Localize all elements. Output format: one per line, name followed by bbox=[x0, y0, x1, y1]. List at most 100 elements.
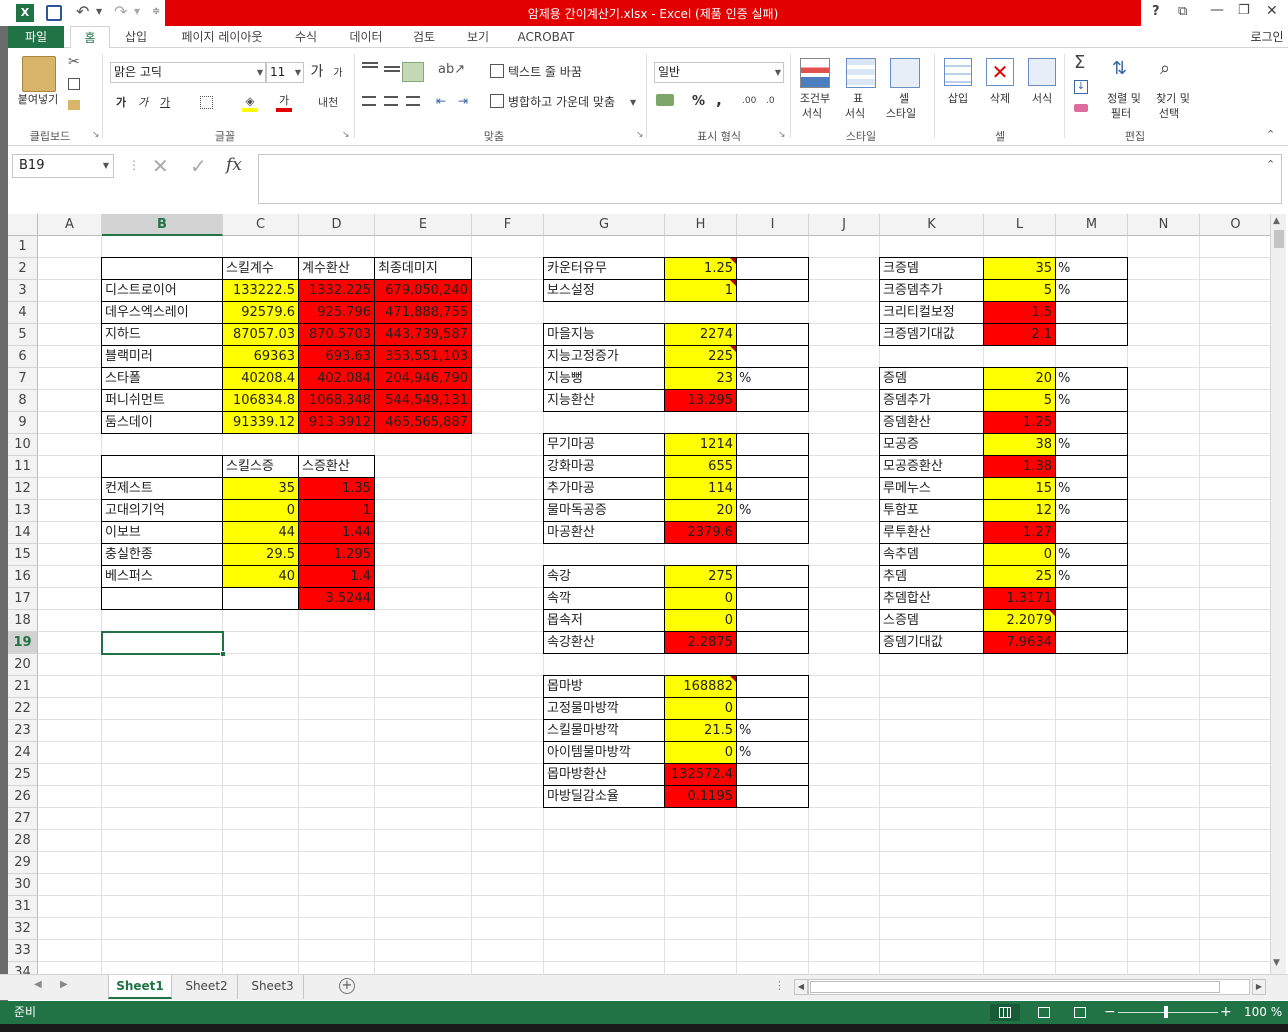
cell-d14[interactable]: 1.44 bbox=[298, 521, 375, 544]
cell-h26[interactable]: 0.1195 bbox=[664, 785, 737, 808]
cell-e5[interactable]: 443,739,587 bbox=[374, 323, 472, 346]
name-box[interactable]: B19 ▼ bbox=[12, 154, 114, 178]
row-header-30[interactable]: 30 bbox=[8, 874, 38, 896]
cell-k15[interactable]: 속추뎀 bbox=[879, 543, 984, 566]
row-header-27[interactable]: 27 bbox=[8, 808, 38, 830]
cell-g5[interactable]: 마을지능 bbox=[543, 323, 665, 346]
paste-icon[interactable] bbox=[22, 56, 56, 92]
column-header-h[interactable]: H bbox=[665, 214, 737, 236]
cell-g25[interactable]: 몹마방환산 bbox=[543, 763, 665, 786]
column-header-m[interactable]: M bbox=[1056, 214, 1128, 236]
cell-d9[interactable]: 913.3912 bbox=[298, 411, 375, 434]
hscroll-right-icon[interactable]: ▶ bbox=[1252, 979, 1266, 995]
enter-icon[interactable]: ✓ bbox=[190, 154, 207, 178]
row-header-9[interactable]: 9 bbox=[8, 412, 38, 434]
row-header-19[interactable]: 19 bbox=[8, 632, 38, 654]
font-size-select[interactable]: 11 ▼ bbox=[266, 62, 304, 83]
zoom-slider[interactable] bbox=[1118, 1012, 1218, 1013]
cell-h7[interactable]: 23 bbox=[664, 367, 737, 390]
cell-h23[interactable]: 21.5 bbox=[664, 719, 737, 742]
cell-c3[interactable]: 133222.5 bbox=[222, 279, 299, 302]
collapse-ribbon-icon[interactable]: ⌃ bbox=[1266, 128, 1275, 141]
cell-g2[interactable]: 카운터유무 bbox=[543, 257, 665, 280]
cell-b9[interactable]: 둠스데이 bbox=[101, 411, 223, 434]
cell-k18[interactable]: 스증뎀 bbox=[879, 609, 984, 632]
align-top-icon[interactable] bbox=[362, 62, 378, 64]
row-header-33[interactable]: 33 bbox=[8, 940, 38, 962]
insert-cells-button[interactable]: 삽입 bbox=[944, 92, 972, 106]
tab-review[interactable]: 검토 bbox=[402, 26, 446, 49]
cell-g11[interactable]: 강화마공 bbox=[543, 455, 665, 478]
cell-d15[interactable]: 1.295 bbox=[298, 543, 375, 566]
borders-icon[interactable] bbox=[200, 96, 213, 109]
tab-acrobat[interactable]: ACROBAT bbox=[510, 26, 582, 49]
bold-button[interactable]: 가 bbox=[114, 96, 128, 110]
align-center-icon[interactable] bbox=[384, 96, 398, 106]
cell-g12[interactable]: 추가마공 bbox=[543, 477, 665, 500]
cell-g3[interactable]: 보스설정 bbox=[543, 279, 665, 302]
sort-filter-button[interactable]: 정렬 및 bbox=[1104, 92, 1144, 106]
merge-center-icon[interactable] bbox=[490, 94, 504, 108]
format-cells-icon[interactable] bbox=[1028, 58, 1056, 86]
cell-b5[interactable]: 지하드 bbox=[101, 323, 223, 346]
cell-g16[interactable]: 속강 bbox=[543, 565, 665, 588]
cell-m12[interactable]: % bbox=[1056, 478, 1070, 500]
cell-h10[interactable]: 1214 bbox=[664, 433, 737, 456]
cell-h8[interactable]: 13.295 bbox=[664, 389, 737, 412]
cell-d11[interactable]: 스증환산 bbox=[298, 455, 375, 478]
cell-i24[interactable]: % bbox=[737, 742, 751, 764]
percent-style-button[interactable]: % bbox=[692, 95, 705, 109]
cell-c15[interactable]: 29.5 bbox=[222, 543, 299, 566]
column-header-b[interactable]: B bbox=[102, 214, 223, 236]
cell-b6[interactable]: 블랙미러 bbox=[101, 345, 223, 368]
cell-d7[interactable]: 402.084 bbox=[298, 367, 375, 390]
cell-l10[interactable]: 38 bbox=[983, 433, 1056, 456]
cell-h25[interactable]: 132572.4 bbox=[664, 763, 737, 786]
cell-l15[interactable]: 0 bbox=[983, 543, 1056, 566]
cell-h14[interactable]: 2379.6 bbox=[664, 521, 737, 544]
vertical-scrollbar[interactable]: ▲ ▼ bbox=[1270, 214, 1286, 974]
selected-cell-b19[interactable] bbox=[101, 631, 224, 655]
autosum-icon[interactable]: Σ bbox=[1074, 52, 1085, 73]
row-header-16[interactable]: 16 bbox=[8, 566, 38, 588]
cell-c13[interactable]: 0 bbox=[222, 499, 299, 522]
ribbon-display-icon[interactable]: ⧉ bbox=[1178, 4, 1187, 19]
cell-b13[interactable]: 고대의기억 bbox=[101, 499, 223, 522]
undo-icon[interactable]: ↶ bbox=[76, 2, 89, 21]
row-header-6[interactable]: 6 bbox=[8, 346, 38, 368]
row-header-28[interactable]: 28 bbox=[8, 830, 38, 852]
cell-g17[interactable]: 속깍 bbox=[543, 587, 665, 610]
row-header-10[interactable]: 10 bbox=[8, 434, 38, 456]
hscroll-left-icon[interactable]: ◀ bbox=[794, 979, 808, 995]
cell-h12[interactable]: 114 bbox=[664, 477, 737, 500]
conditional-format-icon[interactable] bbox=[800, 58, 830, 88]
cell-l12[interactable]: 15 bbox=[983, 477, 1056, 500]
cell-b17[interactable] bbox=[101, 587, 223, 610]
cell-d6[interactable]: 693.63 bbox=[298, 345, 375, 368]
cell-l16[interactable]: 25 bbox=[983, 565, 1056, 588]
cell-c4[interactable]: 92579.6 bbox=[222, 301, 299, 324]
format-cells-button[interactable]: 서식 bbox=[1028, 92, 1056, 106]
cell-h17[interactable]: 0 bbox=[664, 587, 737, 610]
cell-k5[interactable]: 크증뎀기대값 bbox=[879, 323, 984, 346]
insert-cells-icon[interactable] bbox=[944, 58, 972, 86]
column-header-o[interactable]: O bbox=[1200, 214, 1270, 236]
login-link[interactable]: 로그인 bbox=[1246, 26, 1288, 49]
row-header-3[interactable]: 3 bbox=[8, 280, 38, 302]
cell-l7[interactable]: 20 bbox=[983, 367, 1056, 390]
cell-l8[interactable]: 5 bbox=[983, 389, 1056, 412]
cell-d12[interactable]: 1.35 bbox=[298, 477, 375, 500]
row-header-17[interactable]: 17 bbox=[8, 588, 38, 610]
clipboard-launcher-icon[interactable]: ↘ bbox=[92, 130, 100, 140]
next-sheet-icon[interactable]: ▶ bbox=[60, 979, 68, 990]
wrap-text-button[interactable]: 텍스트 줄 바꿈 bbox=[508, 65, 604, 79]
scroll-thumb[interactable] bbox=[1274, 230, 1284, 248]
row-header-8[interactable]: 8 bbox=[8, 390, 38, 412]
cell-b14[interactable]: 이보브 bbox=[101, 521, 223, 544]
cell-b3[interactable]: 디스트로이어 bbox=[101, 279, 223, 302]
fill-color-icon[interactable]: ◈ bbox=[242, 94, 258, 112]
decrease-indent-icon[interactable]: ⇤ bbox=[436, 94, 446, 108]
expand-formula-icon[interactable]: ⌃ bbox=[1266, 158, 1275, 171]
paste-button[interactable]: 붙여넣기 bbox=[6, 93, 70, 107]
cell-b8[interactable]: 퍼니쉬먼트 bbox=[101, 389, 223, 412]
